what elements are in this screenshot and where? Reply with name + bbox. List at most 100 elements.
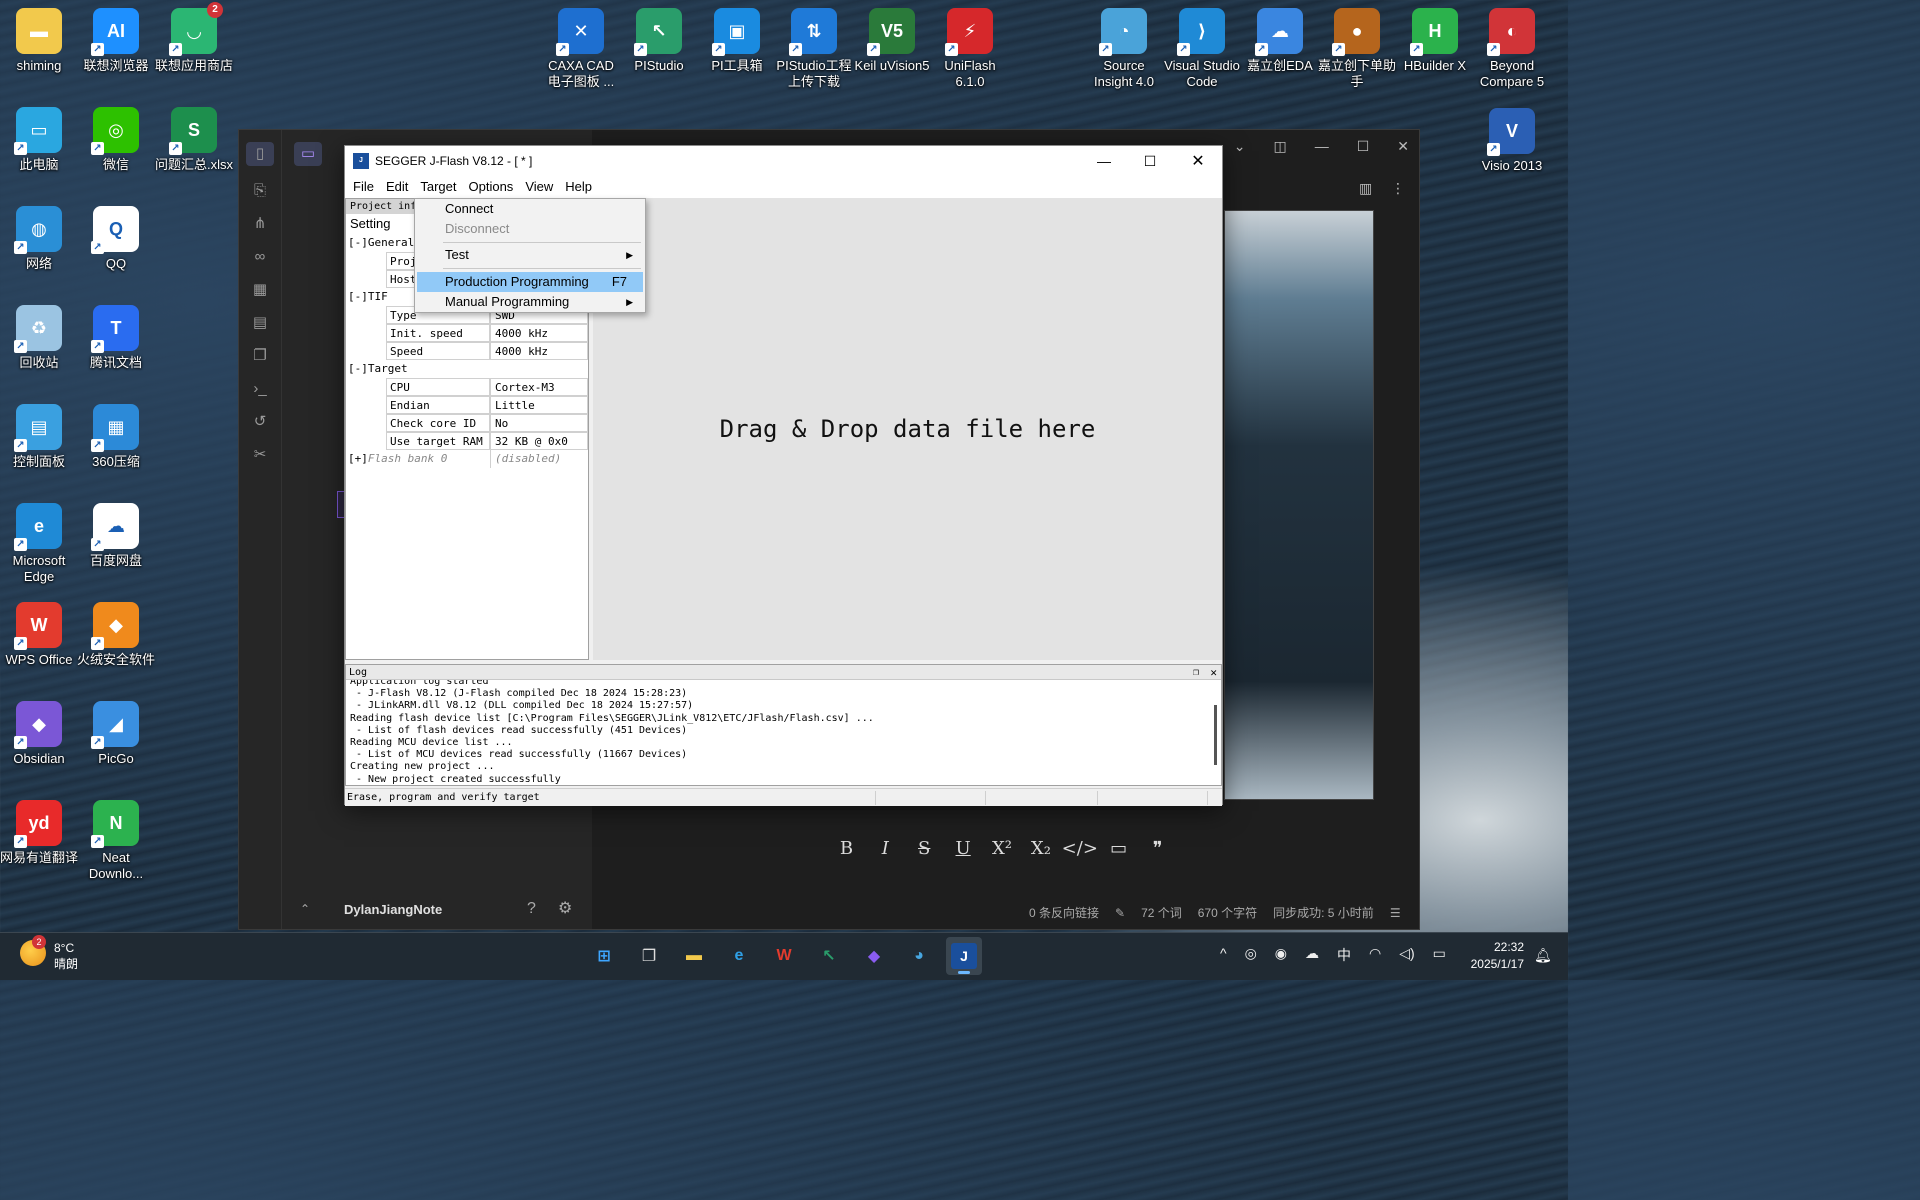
superscript-button[interactable]: X² bbox=[983, 832, 1022, 864]
desktop-icon[interactable]: ▬ shiming bbox=[0, 8, 78, 74]
maximize-icon[interactable]: ☐ bbox=[1357, 138, 1370, 155]
property-value[interactable]: 4000 kHz bbox=[490, 324, 588, 342]
help-icon[interactable]: ? bbox=[527, 900, 536, 918]
cloud-sync-icon[interactable]: ☁ bbox=[1305, 945, 1319, 965]
wifi-icon[interactable]: ◠ bbox=[1369, 945, 1381, 965]
desktop-icon[interactable]: ▭ ↗ 此电脑 bbox=[0, 107, 78, 173]
desktop-icon[interactable]: S ↗ 问题汇总.xlsx bbox=[155, 107, 233, 173]
property-group[interactable]: [-]Target bbox=[346, 360, 588, 378]
desktop-icon[interactable]: AI ↗ 联想浏览器 bbox=[77, 8, 155, 74]
desktop-icon[interactable]: ◆ ↗ Obsidian bbox=[0, 701, 78, 767]
expand-toggle-icon[interactable]: [-] bbox=[348, 362, 368, 375]
sync-status[interactable]: 同步成功: 5 小时前 bbox=[1273, 904, 1374, 921]
desktop-icon[interactable]: Q ↗ QQ bbox=[77, 206, 155, 272]
property-row[interactable]: Endian Little bbox=[346, 396, 588, 414]
strikethrough-button[interactable]: S bbox=[905, 832, 944, 864]
vault-name[interactable]: DylanJiangNote bbox=[344, 902, 442, 917]
expand-toggle-icon[interactable]: [-] bbox=[348, 236, 368, 249]
property-value[interactable]: Little bbox=[490, 396, 588, 414]
weather-widget[interactable]: 2 8°C 晴朗 bbox=[20, 935, 78, 972]
chevron-down-icon[interactable]: ⌄ bbox=[1234, 138, 1246, 155]
log-scrollbar[interactable] bbox=[1214, 705, 1217, 765]
binoculars-icon[interactable]: ∞ bbox=[251, 248, 269, 266]
desktop-icon[interactable]: ☁ ↗ 嘉立创EDA bbox=[1241, 8, 1319, 74]
drop-zone[interactable]: Drag & Drop data file here bbox=[593, 198, 1222, 660]
property-row[interactable]: Check core ID No bbox=[346, 414, 588, 432]
taskbar-obsidian-icon[interactable]: ◆ bbox=[856, 937, 892, 975]
code-button[interactable]: </> bbox=[1060, 832, 1099, 864]
desktop-icon[interactable]: ◆ ↗ 火绒安全软件 bbox=[77, 602, 155, 668]
property-value[interactable]: 4000 kHz bbox=[490, 342, 588, 360]
menu-edit[interactable]: Edit bbox=[380, 176, 414, 198]
taskbar-control-panel-icon[interactable]: ◕ bbox=[901, 937, 937, 975]
desktop-icon[interactable]: ⇅ ↗ PIStudio工程 上传下载 bbox=[775, 8, 853, 90]
menu-item-connect[interactable]: Connect bbox=[417, 199, 643, 219]
plugin-icon[interactable]: ✂ bbox=[251, 446, 269, 464]
property-row[interactable]: Speed 4000 kHz bbox=[346, 342, 588, 360]
terminal-icon[interactable]: ›_ bbox=[251, 380, 269, 398]
desktop-icon[interactable]: ⚡ ↗ UniFlash 6.1.0 bbox=[931, 8, 1009, 90]
settings-icon[interactable]: ⚙ bbox=[558, 898, 572, 918]
edit-icon[interactable]: ✎ bbox=[1115, 906, 1125, 920]
close-icon[interactable]: ✕ bbox=[1175, 146, 1221, 176]
desktop-icon[interactable]: H ↗ HBuilder X bbox=[1396, 8, 1474, 74]
history-icon[interactable]: ↺ bbox=[251, 413, 269, 431]
folder-icon[interactable]: ▭ bbox=[294, 142, 322, 166]
desktop-icon[interactable]: yd ↗ 网易有道翻译 bbox=[0, 800, 78, 866]
desktop-icon[interactable]: ◡ ↗ 2 联想应用商店 bbox=[155, 2, 233, 74]
desktop-icon[interactable]: ◢ ↗ PicGo bbox=[77, 701, 155, 767]
desktop-icon[interactable]: ◍ ↗ 网络 bbox=[0, 206, 78, 272]
taskbar-file-explorer-icon[interactable]: ▬ bbox=[676, 937, 712, 975]
taskbar-jflash-icon[interactable]: J bbox=[946, 937, 982, 975]
minimize-icon[interactable]: — bbox=[1081, 146, 1127, 176]
more-options-icon[interactable]: ⋮ bbox=[1391, 180, 1405, 197]
desktop-icon[interactable]: ▣ ↗ PI工具箱 bbox=[698, 8, 776, 74]
desktop-icon[interactable]: ♻ ↗ 回收站 bbox=[0, 305, 78, 371]
underline-button[interactable]: U bbox=[944, 832, 983, 864]
reading-view-icon[interactable]: ▥ bbox=[1359, 180, 1372, 197]
desktop-icon[interactable]: ☁ ↗ 百度网盘 bbox=[77, 503, 155, 569]
sidebar-toggle-icon[interactable]: ▯ bbox=[246, 142, 274, 166]
desktop-icon[interactable]: ⟩ ↗ Visual Studio Code bbox=[1163, 8, 1241, 90]
property-value[interactable]: Cortex-M3 bbox=[490, 378, 588, 396]
desktop-icon[interactable]: ◎ ↗ 微信 bbox=[77, 107, 155, 173]
desktop-icon[interactable]: ▤ ↗ 控制面板 bbox=[0, 404, 78, 470]
close-icon[interactable]: ✕ bbox=[1210, 665, 1217, 680]
italic-button[interactable]: I bbox=[866, 832, 905, 864]
property-value[interactable]: 32 KB @ 0x0 bbox=[490, 432, 588, 450]
taskbar-edge-icon[interactable]: e bbox=[721, 937, 757, 975]
property-value[interactable]: No bbox=[490, 414, 588, 432]
jflash-titlebar[interactable]: J FLASH SEGGER J-Flash V8.12 - [ * ] — ☐… bbox=[345, 146, 1222, 180]
graph-icon[interactable]: ⋔ bbox=[251, 215, 269, 233]
desktop-icon[interactable]: ▦ ↗ 360压缩 bbox=[77, 404, 155, 470]
block-button[interactable]: ▭ bbox=[1099, 832, 1138, 864]
grid-icon[interactable]: ▦ bbox=[251, 281, 269, 299]
menu-item-production-programming[interactable]: Production Programming F7 bbox=[417, 272, 643, 292]
desktop-icon[interactable]: T ↗ 腾讯文档 bbox=[77, 305, 155, 371]
desktop-icon[interactable]: ◐ ↗ Beyond Compare 5 bbox=[1473, 8, 1551, 90]
close-icon[interactable]: ✕ bbox=[1397, 138, 1409, 155]
desktop-icon[interactable]: e ↗ Microsoft Edge bbox=[0, 503, 78, 585]
property-row[interactable]: Init. speed 4000 kHz bbox=[346, 324, 588, 342]
file-icon[interactable]: ⎘ bbox=[251, 182, 269, 200]
notification-bell-icon[interactable]: 🔔︎ bbox=[1534, 947, 1552, 964]
sync-icon[interactable]: ☰ bbox=[1390, 906, 1401, 920]
desktop-icon[interactable]: ↖ ↗ PIStudio bbox=[620, 8, 698, 74]
desktop-icon[interactable]: ● ↗ 嘉立创下单助手 bbox=[1318, 8, 1396, 90]
menu-item-test[interactable]: Test ▶ bbox=[417, 245, 643, 265]
input-method-icon[interactable]: 中 bbox=[1337, 945, 1351, 965]
wechat-tray-icon[interactable]: ◎ bbox=[1245, 945, 1257, 965]
taskbar-wps-icon[interactable]: W bbox=[766, 937, 802, 975]
volume-icon[interactable]: ◁) bbox=[1399, 945, 1414, 965]
desktop-icon[interactable]: ✕ ↗ CAXA CAD 电子图板 ... bbox=[542, 8, 620, 90]
desktop-icon[interactable]: V5 ↗ Keil uVision5 bbox=[853, 8, 931, 74]
menu-options[interactable]: Options bbox=[463, 176, 520, 198]
menu-item-manual-programming[interactable]: Manual Programming ▶ bbox=[417, 292, 643, 312]
taskbar-start-icon[interactable]: ⊞ bbox=[586, 937, 622, 975]
bold-button[interactable]: B bbox=[827, 832, 866, 864]
menu-help[interactable]: Help bbox=[559, 176, 598, 198]
battery-icon[interactable]: ▭ bbox=[1433, 945, 1446, 965]
calendar-icon[interactable]: ▤ bbox=[251, 314, 269, 332]
copy-icon[interactable]: ❐ bbox=[251, 347, 269, 365]
menu-view[interactable]: View bbox=[519, 176, 559, 198]
